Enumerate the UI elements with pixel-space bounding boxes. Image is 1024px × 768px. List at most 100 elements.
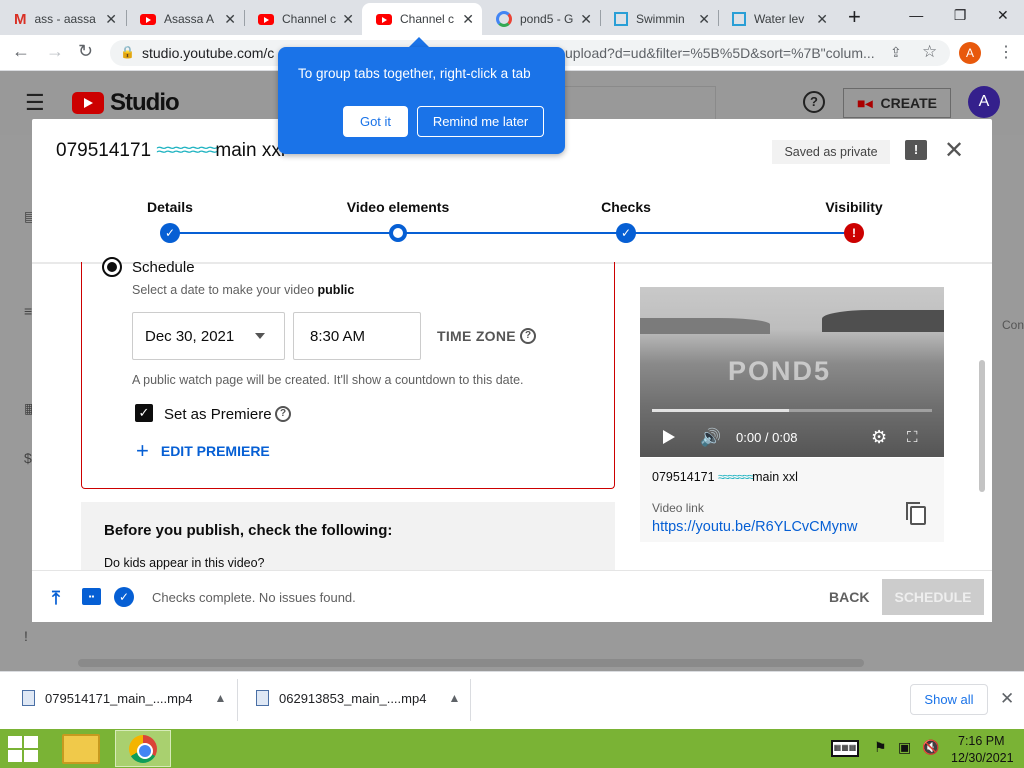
file-explorer-icon[interactable] [62,734,100,764]
hd-icon[interactable]: ▪▪ [82,588,101,605]
schedule-radio[interactable] [102,257,122,277]
profile-avatar[interactable]: A [959,42,981,64]
video-file-icon [22,690,35,706]
youtube-icon [376,13,392,25]
video-link[interactable]: https://youtu.be/R6YLCvCMynw [652,519,858,535]
chevron-up-icon[interactable]: ▲ [214,691,226,705]
sidebar-icon[interactable]: ≡ [24,303,32,319]
tab-strip: M ass - aassa ✕ Asassa A ✕ Channel c ✕ C… [0,0,1024,35]
close-downloads-icon[interactable]: ✕ [1000,689,1014,709]
bookmark-star-icon[interactable]: ☆ [922,42,937,62]
fullscreen-icon[interactable]: ⛶ [907,429,918,446]
hamburger-icon[interactable]: ☰ [25,90,45,116]
dialog-scrollbar[interactable] [979,360,985,492]
step-done-check-icon[interactable]: ✓ [616,223,636,243]
browser-tab-2[interactable]: Channel c ✕ [244,3,362,35]
show-all-button[interactable]: Show all [910,684,988,715]
tab-close-icon[interactable]: ✕ [105,11,117,28]
step-checks-label[interactable]: Checks [601,199,651,215]
chevron-up-icon[interactable]: ▲ [448,691,460,705]
video-progress-fill [652,409,789,412]
tab-close-icon[interactable]: ✕ [342,11,354,28]
download-item[interactable]: 062913853_main_....mp4 ▲ [256,690,460,706]
dialog-title: 079514171 ≈≈≈≈≈≈≈main xxl [56,140,286,161]
clock-time[interactable]: 7:16 PM [958,734,1005,748]
time-picker[interactable]: 8:30 AM [293,312,421,360]
back-arrow-icon[interactable]: ← [12,41,30,62]
keyboard-icon[interactable]: ▦▦▦ [831,740,859,757]
watch-page-note: A public watch page will be created. It'… [132,373,524,387]
download-item[interactable]: 079514171_main_....mp4 ▲ [22,690,226,706]
chrome-menu-icon[interactable]: ⋮ [998,42,1014,62]
video-watermark: POND5 [728,356,832,386]
stepper-track [170,232,854,234]
step-error-icon[interactable]: ! [844,223,864,243]
play-icon[interactable] [663,430,675,444]
forward-arrow-icon[interactable]: → [46,41,64,62]
step-current-circle-icon[interactable] [389,224,407,242]
browser-tab-6[interactable]: Water lev ✕ [718,3,836,35]
browser-tab-active[interactable]: Channel c ✕ [362,3,482,35]
help-circle-icon[interactable]: ? [275,406,291,422]
before-publish-title: Before you publish, check the following: [104,522,393,539]
saved-status-badge: Saved as private [772,140,890,164]
help-circle-icon[interactable]: ? [520,328,536,344]
video-file-icon [256,690,269,706]
restore-icon[interactable]: ❐ [954,7,967,24]
browser-tab-4[interactable]: pond5 - G ✕ [482,3,600,35]
copy-icon[interactable] [906,502,926,525]
tab-close-icon[interactable]: ✕ [580,11,592,28]
step-visibility-label[interactable]: Visibility [825,199,882,215]
got-it-button[interactable]: Got it [343,106,408,137]
action-center-icon[interactable]: ⚑ [874,739,887,756]
back-button[interactable]: BACK [829,589,869,605]
url-host: studio.youtube.com/c [142,45,275,61]
send-feedback-icon[interactable]: ! [905,140,927,160]
checks-done-icon[interactable]: ✓ [114,587,134,607]
feedback-side-icon[interactable]: ! [24,628,28,644]
browser-tab-5[interactable]: Swimmin ✕ [600,3,718,35]
horizontal-scrollbar[interactable] [78,659,864,667]
edit-premiere-button[interactable]: + EDIT PREMIERE [136,438,270,464]
time-zone-button[interactable]: TIME ZONE [437,328,516,344]
tab-close-icon[interactable]: ✕ [224,11,236,28]
tab-close-icon[interactable]: ✕ [462,11,474,28]
schedule-hint: Select a date to make your video public [132,283,355,297]
url-path: upload?d=ud&filter=%5B%5D&sort=%7B"colum… [565,45,875,61]
browser-tab-1[interactable]: Asassa A ✕ [126,3,244,35]
volume-icon[interactable]: 🔊 [700,428,721,448]
network-icon[interactable]: ▣ [898,739,911,756]
premiere-checkbox[interactable]: ✓ [135,404,153,422]
download-filename: 079514171_main_....mp4 [45,690,193,706]
help-icon[interactable]: ? [803,91,825,113]
schedule-button[interactable]: SCHEDULE [882,579,984,615]
new-tab-button[interactable]: + [848,4,861,30]
sidebar-icon[interactable]: $ [24,450,32,466]
checks-status: Checks complete. No issues found. [152,590,356,605]
pond5-icon [614,12,628,26]
close-window-icon[interactable]: ✕ [997,7,1009,24]
tab-close-icon[interactable]: ✕ [698,11,710,28]
windows-start-icon[interactable] [8,736,38,762]
reload-icon[interactable]: ↻ [78,41,93,62]
window-controls: — ❐ ✕ [894,0,1024,30]
close-dialog-icon[interactable]: ✕ [944,136,964,165]
volume-muted-icon[interactable]: 🔇 [922,739,939,756]
youtube-icon [258,13,274,25]
settings-gear-icon[interactable]: ⚙ [871,427,887,448]
lock-icon: 🔒 [120,45,135,59]
upload-icon[interactable]: ⤒ [52,588,60,609]
step-done-check-icon[interactable]: ✓ [160,223,180,243]
create-button[interactable]: ■◂ CREATE [843,88,951,118]
clock-date[interactable]: 12/30/2021 [951,751,1014,765]
studio-logo[interactable]: Studio [72,89,180,117]
remind-later-button[interactable]: Remind me later [417,106,544,137]
tab-close-icon[interactable]: ✕ [816,11,828,28]
step-details-label[interactable]: Details [147,199,193,215]
share-icon[interactable]: ⇪ [890,44,902,61]
account-avatar[interactable]: A [968,86,1000,118]
step-video-elements-label[interactable]: Video elements [347,199,449,215]
tab-label: Channel c [400,12,455,26]
browser-tab-0[interactable]: M ass - aassa ✕ [0,3,125,35]
minimize-icon[interactable]: — [909,7,923,23]
